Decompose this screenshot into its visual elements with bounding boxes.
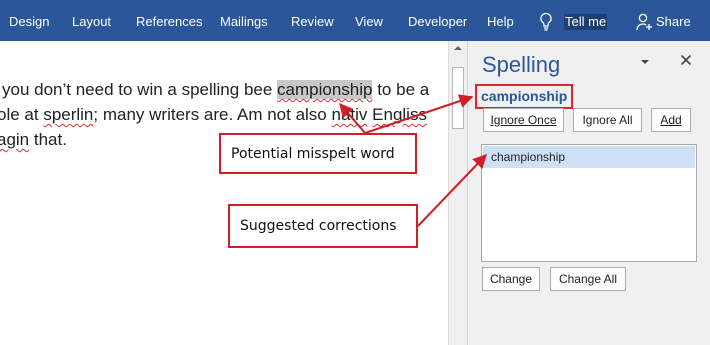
callout-text: Suggested corrections (240, 218, 397, 234)
share-person-icon[interactable] (636, 13, 652, 31)
text-run: that. (29, 130, 67, 149)
ignore-once-label: Ignore Once (490, 113, 557, 127)
misspelt-word-label: campionship (475, 84, 574, 109)
pane-title: Spelling (482, 52, 561, 77)
ignore-all-button[interactable]: Ignore All (573, 108, 642, 132)
tab-mailings[interactable]: Mailings (220, 14, 268, 30)
add-label: Add (660, 113, 682, 127)
text-run: ; many writers are. Am not also (93, 105, 332, 124)
ignore-all-label: Ignore All (582, 113, 633, 127)
change-label: Change (489, 272, 533, 286)
misspelt-word[interactable]: agin (0, 130, 29, 149)
text-run: ole at (0, 105, 44, 124)
misspelt-word[interactable]: Engliss (372, 105, 427, 124)
suggestions-list[interactable]: championship (481, 144, 697, 262)
ribbon-tab-bar: Design Layout References Mailings Review… (0, 0, 710, 41)
tab-help[interactable]: Help (487, 14, 514, 30)
text-run: to be a (372, 80, 430, 99)
callout-suggested-corrections: Suggested corrections (228, 204, 418, 248)
spelling-pane: Spelling campionship Ignore Once Ignore … (467, 41, 710, 345)
tab-review[interactable]: Review (291, 14, 334, 30)
close-icon[interactable] (680, 54, 692, 66)
ignore-once-button[interactable]: Ignore Once (483, 108, 564, 132)
document-line: ole at sperlin; many writers are. Am not… (0, 104, 427, 126)
text-run: you don’t need to win a spelling bee (2, 80, 278, 99)
misspelt-word[interactable]: nativ (332, 105, 368, 124)
scrollbar-thumb[interactable] (452, 67, 464, 129)
misspelt-word-highlight[interactable]: campionship (277, 80, 373, 99)
tab-design[interactable]: Design (9, 14, 49, 30)
vertical-scrollbar[interactable] (448, 41, 467, 345)
pane-options-dropdown-icon[interactable] (640, 58, 650, 66)
scroll-up-arrow-icon[interactable] (453, 43, 463, 53)
misspelt-word[interactable]: sperlin (43, 105, 93, 124)
lightbulb-icon[interactable] (538, 12, 554, 32)
change-button[interactable]: Change (482, 267, 540, 291)
suggestion-item[interactable]: championship (483, 146, 695, 168)
tell-me-search[interactable]: Tell me (564, 14, 608, 30)
tab-layout[interactable]: Layout (72, 14, 111, 30)
tab-view[interactable]: View (355, 14, 383, 30)
document-canvas[interactable]: you don’t need to win a spelling bee cam… (0, 41, 448, 345)
tab-developer[interactable]: Developer (408, 14, 467, 30)
document-line: agin that. (0, 129, 67, 151)
callout-misspelt-word: Potential misspelt word (219, 133, 417, 174)
share-button[interactable]: Share (656, 14, 691, 30)
change-all-button[interactable]: Change All (550, 267, 626, 291)
change-all-label: Change All (558, 272, 618, 286)
tab-references[interactable]: References (136, 14, 202, 30)
callout-text: Potential misspelt word (231, 145, 395, 162)
document-line: you don’t need to win a spelling bee cam… (2, 79, 429, 101)
add-button[interactable]: Add (651, 108, 691, 132)
